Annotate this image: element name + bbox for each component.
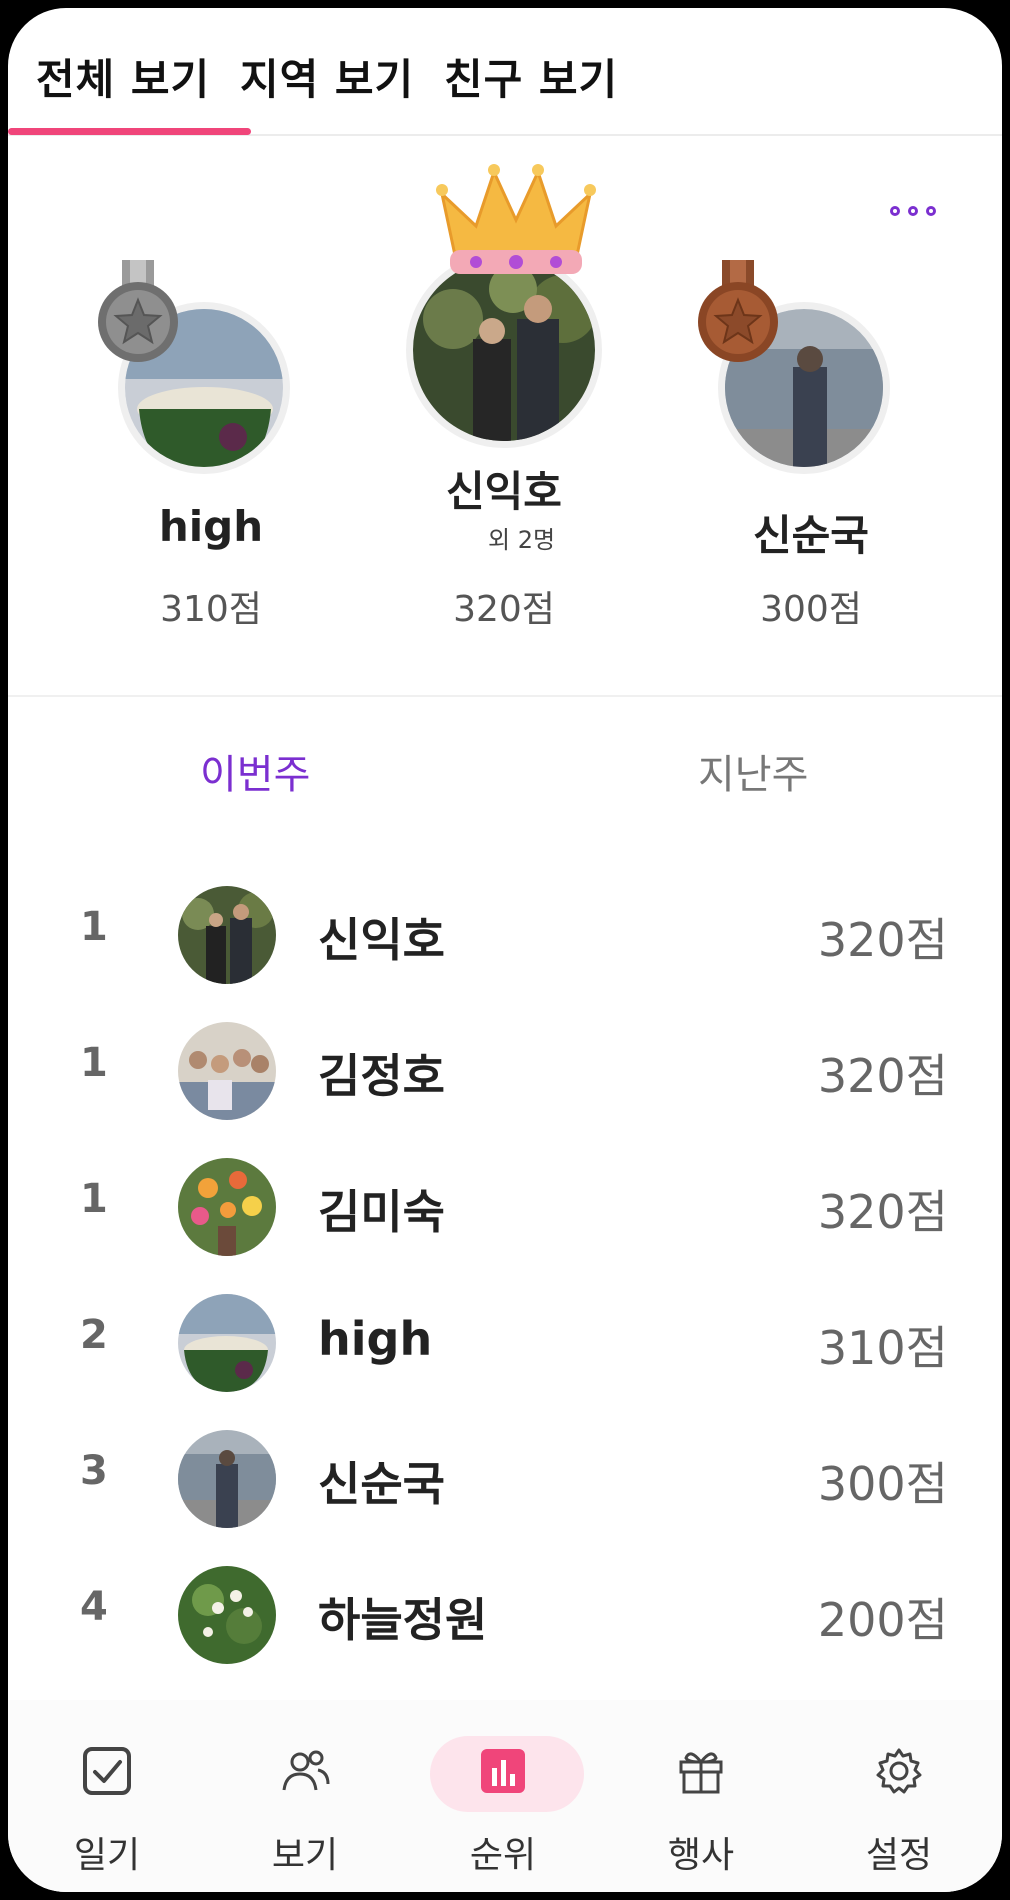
avatar: [178, 1022, 276, 1120]
dot-icon: [890, 206, 900, 216]
bottom-navigation: 일기 보기 순위 행사 설정: [8, 1700, 1002, 1892]
avatar: [178, 886, 276, 984]
nav-diary[interactable]: 일기: [8, 1700, 206, 1892]
people-icon: [280, 1746, 330, 1796]
checkbox-icon: [82, 1746, 132, 1796]
nav-label: 설정: [865, 1835, 933, 1876]
user-score: 200점: [817, 1593, 948, 1647]
nav-label: 순위: [469, 1835, 537, 1876]
ranking-row[interactable]: 4 하늘정원 200점: [8, 1548, 1002, 1684]
user-score: 310점: [817, 1321, 948, 1375]
ranking-row[interactable]: 2 high 310점: [8, 1276, 1002, 1412]
first-place-avatar[interactable]: [406, 252, 602, 448]
tab-this-week[interactable]: 이번주: [200, 742, 310, 800]
tab-region[interactable]: 지역 보기: [240, 46, 414, 107]
nav-ranking[interactable]: 순위: [404, 1700, 602, 1892]
user-name: 김미숙: [318, 1185, 445, 1239]
active-tab-indicator: [8, 128, 251, 135]
second-place-score: 310점: [160, 589, 262, 630]
user-score: 320점: [817, 913, 948, 967]
user-score: 320점: [817, 1049, 948, 1103]
ranking-row[interactable]: 3 신순국 300점: [8, 1412, 1002, 1548]
tab-friends[interactable]: 친구 보기: [444, 46, 618, 107]
ranking-screen: 전체 보기 지역 보기 친구 보기 high 310점 신익호 외 2명 320…: [8, 8, 1002, 1892]
third-place-score: 300점: [760, 589, 862, 630]
nav-label: 보기: [271, 1835, 339, 1876]
nav-events[interactable]: 행사: [602, 1700, 800, 1892]
nav-view[interactable]: 보기: [206, 1700, 404, 1892]
avatar: [178, 1294, 276, 1392]
user-score: 300점: [817, 1457, 948, 1511]
dot-icon: [908, 206, 918, 216]
ranking-row[interactable]: 1 김정호 320점: [8, 1004, 1002, 1140]
more-options-button[interactable]: [890, 206, 936, 216]
bar-chart-icon: [478, 1746, 528, 1796]
avatar: [178, 1430, 276, 1528]
user-name: 신순국: [318, 1457, 445, 1511]
section-divider: [8, 695, 1002, 697]
tab-last-week[interactable]: 지난주: [698, 742, 808, 800]
first-place-others: 외 2명: [488, 526, 556, 554]
rank-number: 3: [80, 1448, 108, 1494]
user-name: 신익호: [318, 913, 445, 967]
user-score: 320점: [817, 1185, 948, 1239]
second-place-name: high: [158, 502, 264, 551]
rank-number: 2: [80, 1312, 108, 1358]
nav-settings[interactable]: 설정: [800, 1700, 998, 1892]
third-place-name: 신순국: [753, 511, 869, 560]
user-name: 하늘정원: [318, 1593, 488, 1647]
rank-number: 4: [80, 1584, 108, 1630]
gear-icon: [874, 1746, 924, 1796]
tab-all[interactable]: 전체 보기: [36, 46, 210, 107]
rank-number: 1: [80, 904, 108, 950]
ranking-row[interactable]: 1 김미숙 320점: [8, 1140, 1002, 1276]
silver-medal-icon: [94, 260, 182, 370]
dot-icon: [926, 206, 936, 216]
ranking-row[interactable]: 1 신익호 320점: [8, 868, 1002, 1004]
nav-label: 행사: [667, 1835, 735, 1876]
gift-icon: [676, 1746, 726, 1796]
avatar: [178, 1566, 276, 1664]
avatar: [178, 1158, 276, 1256]
nav-label: 일기: [73, 1835, 141, 1876]
rank-number: 1: [80, 1176, 108, 1222]
first-place-name: 신익호: [446, 467, 562, 516]
rank-number: 1: [80, 1040, 108, 1086]
crown-icon: [436, 164, 596, 278]
first-place-score: 320점: [453, 589, 555, 630]
bronze-medal-icon: [694, 260, 782, 370]
user-name: high: [318, 1312, 433, 1366]
user-name: 김정호: [318, 1049, 445, 1103]
view-tabs: 전체 보기 지역 보기 친구 보기: [8, 8, 1002, 136]
